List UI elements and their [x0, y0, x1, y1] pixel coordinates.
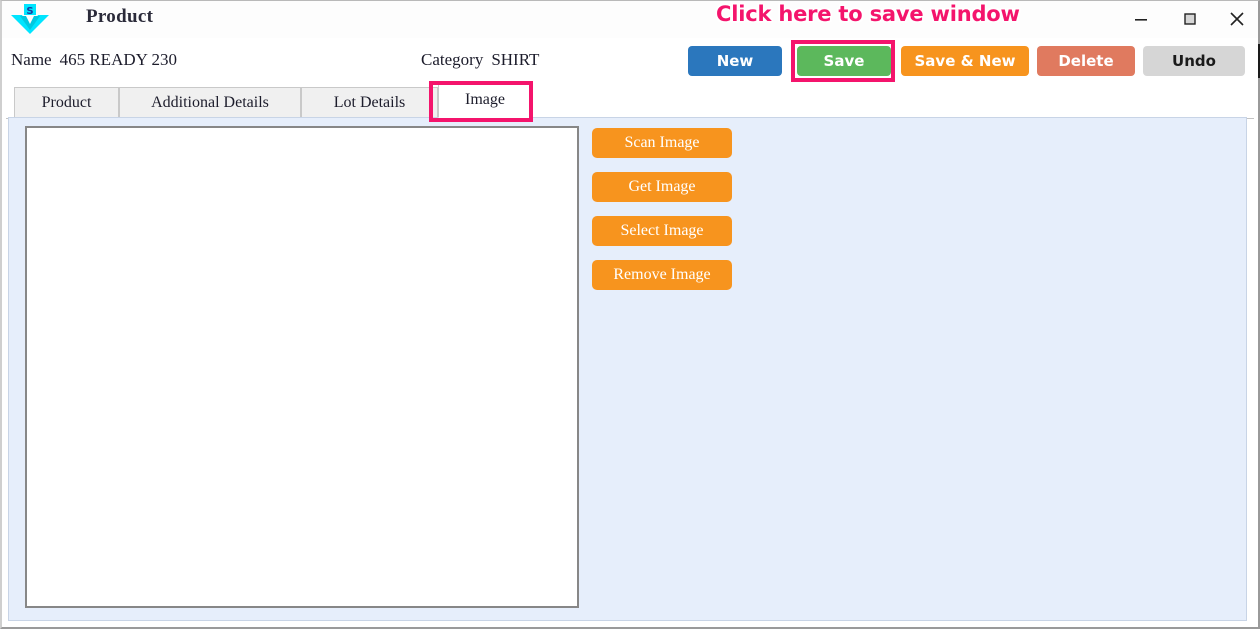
tab-lot-details[interactable]: Lot Details: [301, 87, 438, 118]
tab-image[interactable]: Image: [438, 82, 532, 118]
name-value: 465 READY 230: [59, 50, 178, 69]
category-value: SHIRT: [491, 50, 540, 69]
close-icon[interactable]: [1215, 3, 1259, 35]
product-window: S Product Click here to save window Name…: [0, 0, 1260, 629]
tab-strip: Product Additional Details Lot Details I…: [6, 82, 1254, 119]
maximize-icon[interactable]: [1168, 3, 1212, 35]
scan-image-button[interactable]: Scan Image: [592, 128, 732, 158]
company-logo-icon: S: [8, 3, 52, 35]
tab-product-label: Product: [41, 94, 92, 111]
image-tab-panel: Scan Image Get Image Select Image Remove…: [8, 117, 1247, 621]
image-preview-area[interactable]: [25, 126, 579, 608]
delete-button[interactable]: Delete: [1037, 46, 1135, 76]
name-label: Name: [11, 50, 52, 69]
title-bar: S Product Click here to save window: [2, 1, 1258, 38]
tab-image-label: Image: [465, 91, 505, 108]
new-button[interactable]: New: [688, 46, 782, 76]
tab-lot-details-label: Lot Details: [333, 94, 406, 111]
tab-additional-details-label: Additional Details: [151, 94, 269, 111]
save-and-new-button[interactable]: Save & New: [901, 46, 1029, 76]
category-field: Category SHIRT: [421, 50, 539, 70]
callout-annotation: Click here to save window: [716, 2, 1020, 26]
select-image-button[interactable]: Select Image: [592, 216, 732, 246]
category-label: Category: [421, 50, 484, 69]
page-title: Product: [86, 6, 154, 27]
tab-product[interactable]: Product: [14, 87, 119, 118]
remove-image-button[interactable]: Remove Image: [592, 260, 732, 290]
get-image-button[interactable]: Get Image: [592, 172, 732, 202]
name-field: Name 465 READY 230: [11, 50, 177, 70]
tab-additional-details[interactable]: Additional Details: [119, 87, 301, 118]
minimize-icon[interactable]: [1119, 3, 1163, 35]
undo-button[interactable]: Undo: [1143, 46, 1245, 76]
save-button[interactable]: Save: [797, 46, 891, 76]
svg-text:S: S: [26, 6, 33, 17]
